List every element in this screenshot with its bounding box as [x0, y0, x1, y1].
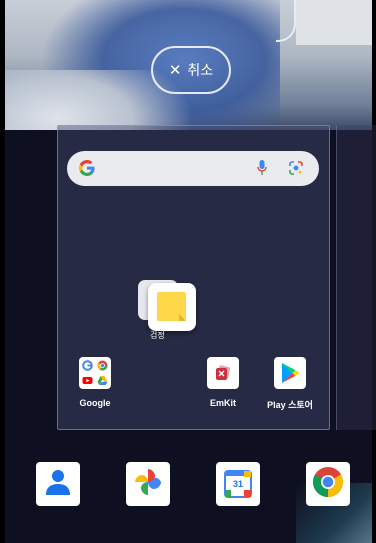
contacts-icon — [45, 468, 71, 501]
contacts-app[interactable] — [36, 462, 80, 506]
chrome-app[interactable] — [306, 462, 350, 506]
photos-app[interactable] — [126, 462, 170, 506]
cancel-label: 취소 — [187, 62, 214, 78]
note-icon — [148, 283, 196, 331]
play-store-label: Play 스토어 — [267, 400, 313, 410]
dragging-app-label: 검정 — [150, 331, 165, 340]
emkit-label: EmKit — [209, 398, 236, 408]
dragging-app-icon[interactable] — [138, 280, 198, 342]
emkit-icon — [207, 357, 239, 389]
close-icon: ✕ — [168, 62, 182, 79]
calendar-app[interactable]: 31 — [216, 462, 260, 506]
google-search-widget[interactable] — [67, 151, 319, 186]
lens-icon[interactable] — [288, 160, 304, 181]
google-g-icon — [78, 159, 96, 182]
next-page-panel[interactable] — [336, 125, 376, 430]
mic-icon[interactable] — [257, 160, 267, 181]
play-store-icon — [274, 357, 306, 389]
chrome-icon — [312, 466, 344, 503]
cancel-button[interactable]: ✕ 취소 — [151, 46, 231, 94]
play-store-app[interactable]: Play 스토어 — [262, 357, 318, 411]
google-folder-icon — [79, 357, 111, 389]
google-folder-label: Google — [79, 398, 111, 408]
photos-icon — [133, 467, 163, 502]
calendar-day: 31 — [232, 479, 243, 489]
google-folder[interactable]: Google — [67, 357, 123, 408]
emkit-app[interactable]: EmKit — [195, 357, 251, 408]
calendar-icon: 31 — [224, 470, 252, 498]
